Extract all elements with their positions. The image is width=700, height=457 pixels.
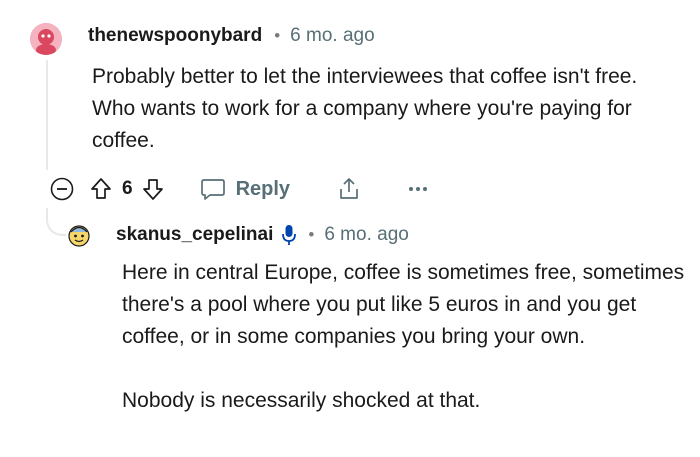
reply-username[interactable]: skanus_cepelinai: [116, 224, 273, 246]
downvote-arrow-icon: [142, 179, 163, 200]
thread-line: [46, 60, 48, 170]
reply-timestamp[interactable]: 6 mo. ago: [324, 224, 409, 246]
reply-avatar[interactable]: [66, 222, 92, 248]
reply-paragraph: Nobody is necessarily shocked at that.: [122, 389, 481, 412]
comment-bubble-icon: [200, 179, 225, 200]
collapse-button[interactable]: [50, 177, 74, 201]
parent-comment-body: Probably better to let the interviewees …: [92, 65, 638, 152]
reply-button[interactable]: Reply: [200, 177, 290, 201]
upvote-button[interactable]: [90, 177, 112, 201]
reply-paragraph: Here in central Europe, coffee is someti…: [122, 261, 685, 348]
reply-comment-body: Here in central Europe, coffee is someti…: [122, 257, 692, 449]
vote-count: 6: [122, 178, 133, 199]
parent-avatar[interactable]: [30, 23, 62, 55]
more-options-icon: [409, 187, 428, 191]
microphone-badge: [282, 224, 297, 246]
share-button[interactable]: [336, 176, 362, 202]
reply-comment-meta: skanus_cepelinai • 6 mo. ago: [116, 224, 409, 246]
collapse-minus-icon: [50, 177, 74, 201]
comment-action-bar: 6 Reply: [46, 171, 428, 207]
share-icon: [340, 178, 358, 199]
meta-separator: •: [274, 26, 281, 45]
reply-connector: [46, 208, 66, 236]
parent-timestamp[interactable]: 6 mo. ago: [290, 25, 375, 47]
parent-username[interactable]: thenewspoonybard: [88, 25, 262, 47]
upvote-arrow-icon: [91, 178, 111, 199]
meta-separator: •: [308, 225, 315, 244]
parent-comment-meta: thenewspoonybard • 6 mo. ago: [88, 25, 375, 47]
reply-label: Reply: [235, 177, 291, 200]
microphone-icon: [282, 225, 297, 245]
more-options-button[interactable]: [408, 184, 428, 194]
downvote-button[interactable]: [142, 177, 164, 201]
